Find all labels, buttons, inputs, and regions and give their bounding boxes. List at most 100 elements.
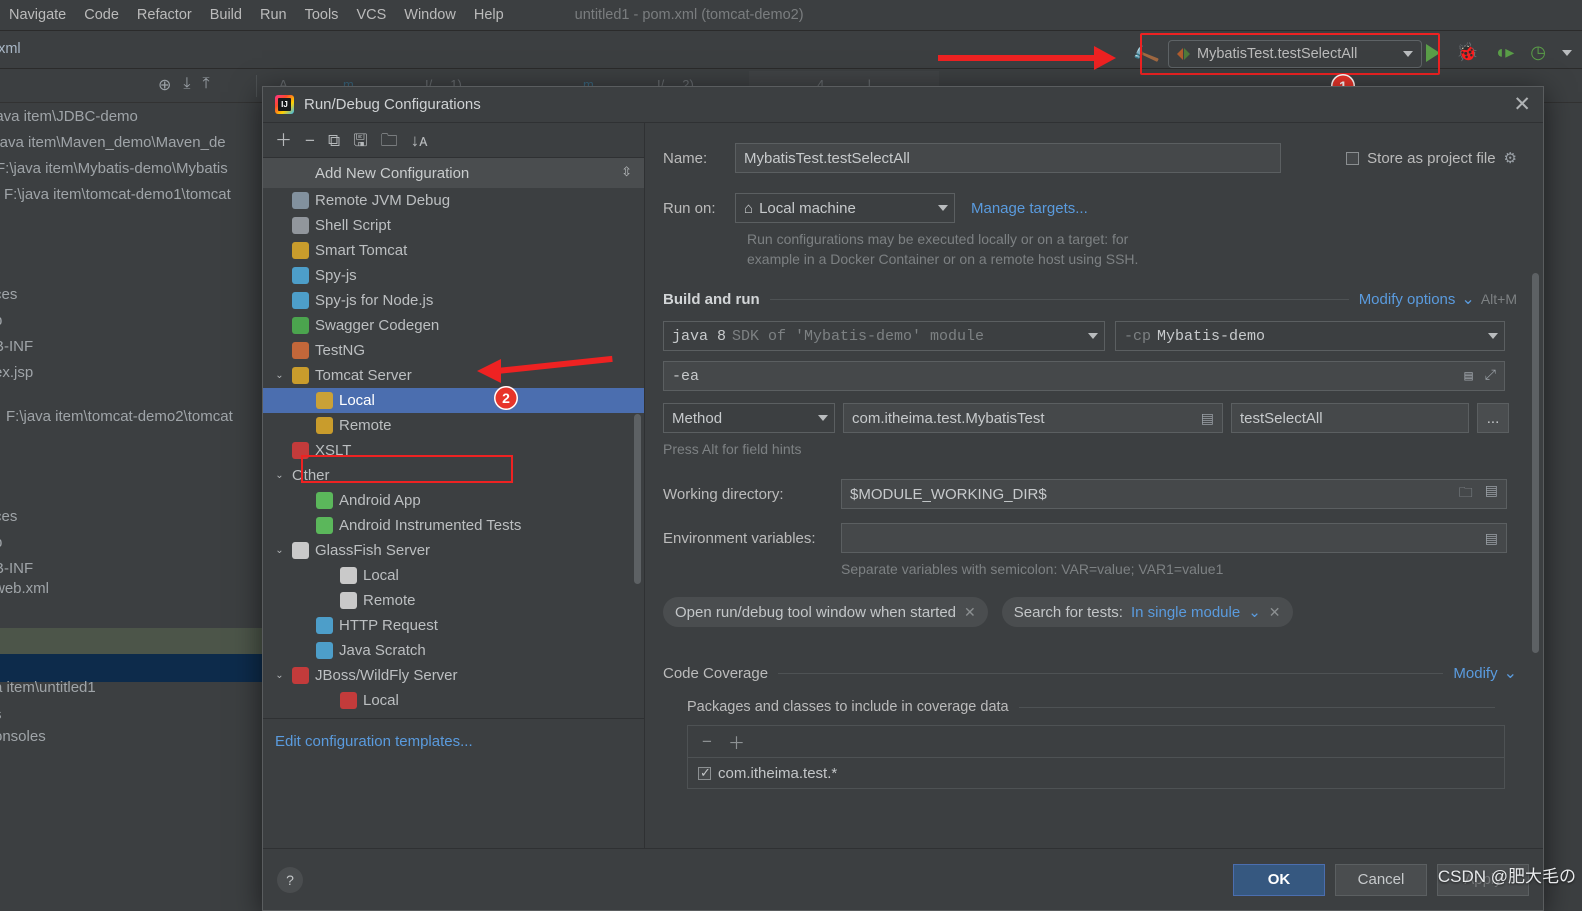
sort-icon[interactable]: ↓ᴀ (411, 132, 428, 149)
folder-icon[interactable]: 🗀 (1459, 482, 1473, 506)
edit-configuration-templates-link[interactable]: Edit configuration templates... (275, 733, 473, 750)
menu-item-tools[interactable]: Tools (296, 7, 348, 23)
close-icon[interactable]: ✕ (1513, 94, 1531, 115)
chevron-down-icon[interactable]: ⌄ (273, 670, 286, 681)
run-on-dropdown[interactable]: ⌂ Local machine (735, 193, 955, 223)
menu-item-window[interactable]: Window (395, 7, 465, 23)
test-class-input[interactable]: com.itheima.test.MybatisTest ▤ (843, 403, 1223, 433)
config-tree-item-shell-script[interactable]: Shell Script (263, 213, 644, 238)
chip-search-for-tests[interactable]: Search for tests: In single module ⌄ ✕ (1001, 597, 1293, 627)
coverage-modify-link[interactable]: Modify (1453, 665, 1497, 682)
debug-icon[interactable]: 🐞 (1456, 42, 1478, 63)
modify-options-link[interactable]: Modify options (1359, 291, 1456, 308)
menu-item-run[interactable]: Run (251, 7, 296, 23)
profiler-icon[interactable]: ◷ (1530, 42, 1546, 63)
menu-item-help[interactable]: Help (465, 7, 513, 23)
window-title: untitled1 - pom.xml (tomcat-demo2) (574, 7, 804, 23)
vm-options-input[interactable]: -ea ▤ ⤢ (663, 361, 1505, 391)
chevron-down-icon[interactable]: ⌄ (273, 370, 286, 381)
collapse-all-icon[interactable]: ⤒ (202, 75, 209, 95)
config-tree-item-remote-jvm-debug[interactable]: Remote JVM Debug (263, 188, 644, 213)
classpath-module-dropdown[interactable]: -cp Mybatis-demo (1115, 321, 1505, 351)
config-tree-item-remote[interactable]: Remote (263, 588, 644, 613)
project-path-1: :\java item\Maven_demo\Maven_de (0, 134, 226, 151)
close-icon[interactable]: ✕ (1269, 604, 1281, 621)
chip-search-for-tests-value[interactable]: In single module (1131, 604, 1240, 621)
config-tree-item-android-app[interactable]: Android App (263, 488, 644, 513)
config-tree-item-swagger-codegen[interactable]: Swagger Codegen (263, 313, 644, 338)
watermark: CSDN @肥大毛の (1437, 867, 1576, 886)
expand-editor-icon[interactable]: ▤ (1201, 410, 1214, 427)
close-icon[interactable]: ✕ (964, 604, 976, 621)
tree-scrollbar[interactable] (634, 414, 641, 584)
menu-item-refactor[interactable]: Refactor (128, 7, 201, 23)
toolbar-chevron-down-icon[interactable] (1562, 49, 1572, 56)
name-input[interactable]: MybatisTest.testSelectAll (735, 143, 1281, 173)
config-tree-item-java-scratch[interactable]: Java Scratch (263, 638, 644, 663)
add-new-configuration-header[interactable]: Add New Configuration ⇳ (263, 158, 644, 188)
config-tree-item-local[interactable]: Local (263, 388, 644, 413)
coverage-package-checkbox[interactable] (698, 765, 711, 781)
cancel-button[interactable]: Cancel (1335, 863, 1427, 896)
expand-editor-icon[interactable]: ▤ (1464, 368, 1472, 385)
details-scrollbar[interactable] (1532, 273, 1539, 653)
menu-item-code[interactable]: Code (75, 7, 128, 23)
chip-search-for-tests-label: Search for tests: (1013, 603, 1123, 621)
config-tree-item-spy-js-for-node-js[interactable]: Spy-js for Node.js (263, 288, 644, 313)
jre-dropdown[interactable]: java 8 SDK of 'Mybatis-demo' module (663, 321, 1105, 351)
config-tree-item-spy-js[interactable]: Spy-js (263, 263, 644, 288)
config-tree-item-tomcat-server[interactable]: ⌄ Tomcat Server (263, 363, 644, 388)
environment-variables-input[interactable]: ▤ (841, 523, 1507, 553)
target-icon[interactable]: ⊕ (158, 75, 171, 95)
left-pane-footer: Edit configuration templates... (263, 719, 644, 848)
config-tree-item-glassfish-server[interactable]: ⌄ GlassFish Server (263, 538, 644, 563)
save-icon[interactable]: 🖫 (353, 132, 367, 149)
section-divider (778, 672, 1444, 674)
config-tree-item-http-request[interactable]: HTTP Request (263, 613, 644, 638)
minus-icon[interactable]: − (702, 732, 712, 752)
manage-targets-link[interactable]: Manage targets... (971, 200, 1088, 217)
help-button[interactable]: ? (277, 866, 303, 893)
menu-item-navigate[interactable]: Navigate (0, 7, 75, 23)
config-tree-item-local[interactable]: Local (263, 563, 644, 588)
expand-all-icon[interactable]: ⤓ (183, 75, 190, 95)
working-directory-input[interactable]: $MODULE_WORKING_DIR$ 🗀 ▤ (841, 479, 1507, 509)
chevron-down-icon[interactable]: ⌄ (1461, 289, 1474, 309)
test-kind-dropdown[interactable]: Method (663, 403, 835, 433)
chevron-down-icon[interactable] (938, 205, 948, 211)
copy-icon[interactable]: ⧉ (328, 132, 340, 149)
plus-icon[interactable]: ＋ (728, 729, 745, 754)
menu-item-build[interactable]: Build (201, 7, 251, 23)
editor-tab-pom-xml[interactable]: n.xml (0, 41, 21, 57)
chevron-down-icon[interactable]: ⌄ (273, 470, 286, 481)
chevron-down-icon[interactable]: ⌄ (1248, 603, 1261, 621)
chevron-down-icon[interactable] (1088, 333, 1098, 339)
chevron-down-icon[interactable]: ⌄ (273, 545, 286, 556)
chevron-down-icon[interactable] (1488, 333, 1498, 339)
expand-editor-icon[interactable]: ▤ (1485, 482, 1498, 506)
gear-icon[interactable]: ⚙ (1504, 149, 1517, 167)
expand-arrows-icon[interactable]: ⤢ (1485, 368, 1496, 385)
ok-button[interactable]: OK (1233, 863, 1325, 896)
config-tree-item-remote[interactable]: Remote (263, 413, 644, 438)
config-tree-item-jboss-wildfly-server[interactable]: ⌄ JBoss/WildFly Server (263, 663, 644, 688)
config-tree-item-label: HTTP Request (339, 617, 438, 634)
chevron-down-icon[interactable]: ⌄ (1504, 663, 1517, 683)
config-tree-item-android-instrumented-tests[interactable]: Android Instrumented Tests (263, 513, 644, 538)
test-method-input[interactable]: testSelectAll (1231, 403, 1469, 433)
run-with-coverage-icon[interactable]: ◖▸ (1494, 42, 1514, 63)
menu-item-vcs[interactable]: VCS (347, 7, 395, 23)
config-tree-item-local[interactable]: Local (263, 688, 644, 713)
expand-editor-icon[interactable]: ▤ (1485, 530, 1498, 547)
configurations-toolbar: ＋ − ⧉ 🖫 🗀 ↓ᴀ (263, 123, 644, 157)
add-icon[interactable]: ＋ (275, 132, 292, 149)
chip-open-run-debug-window[interactable]: Open run/debug tool window when started … (663, 597, 988, 627)
store-as-project-file-checkbox[interactable] (1346, 151, 1360, 165)
remove-icon[interactable]: − (305, 132, 315, 149)
config-tree-item-smart-tomcat[interactable]: Smart Tomcat (263, 238, 644, 263)
coverage-package-row[interactable]: com.itheima.test.* (688, 757, 1504, 788)
new-folder-icon[interactable]: 🗀 (381, 132, 398, 149)
collapse-expand-icon[interactable]: ⇳ (621, 165, 632, 178)
browse-method-button[interactable]: ... (1477, 403, 1509, 433)
chevron-down-icon[interactable] (818, 415, 828, 421)
